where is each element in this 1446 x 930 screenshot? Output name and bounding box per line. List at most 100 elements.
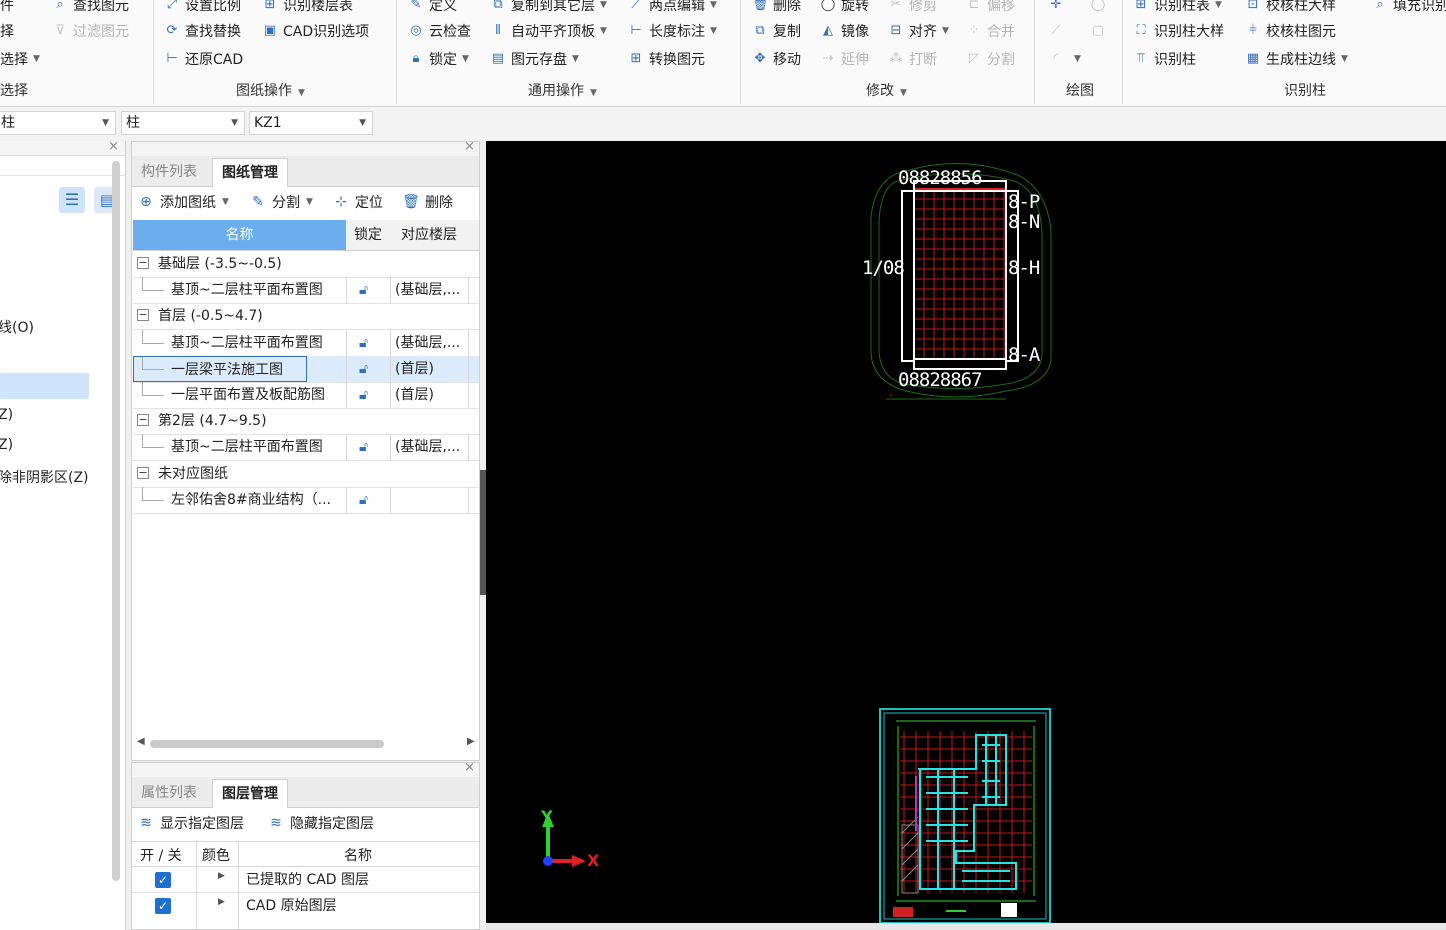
group-label-drawing-ops[interactable]: 图纸操作 ▼ <box>236 80 305 100</box>
element-save-button[interactable]: ▤ 图元存盘 ▼ <box>490 48 579 70</box>
check-column-element-button[interactable]: ⫩ 校核柱图元 <box>1245 20 1336 42</box>
identify-column-button[interactable]: ⫪ 识别柱 <box>1133 48 1196 70</box>
length-dimension-button[interactable]: ⊢ 长度标注 ▼ <box>628 20 717 42</box>
column-header-name[interactable]: 名称 <box>133 220 347 251</box>
copy-to-floor-button[interactable]: ⧉ 复制到其它层 ▼ <box>490 0 607 16</box>
type-select[interactable]: 柱 ▼ <box>121 111 245 135</box>
set-scale-button[interactable]: ⤢ 设置比例 <box>164 0 241 16</box>
lock-dropdown[interactable]: 🔒︎ 锁定 ▼ <box>408 48 469 70</box>
copy-button[interactable]: ⧉ 复制 <box>752 20 801 42</box>
drawing-row[interactable]: 基顶~二层柱平面布置图 🔓︎ (基础层,... <box>133 277 479 305</box>
break-button[interactable]: ⁂ 打断 <box>888 48 938 70</box>
merge-button[interactable]: ⁘ 合并 <box>966 20 1015 42</box>
identify-floor-table-button[interactable]: ⊞ 识别楼层表 <box>262 0 353 16</box>
drawing-row[interactable]: 基顶~二层柱平面布置图 🔓︎ (基础层,... <box>133 434 479 462</box>
cloud-check-button[interactable]: ◎ 云检查 <box>408 20 471 42</box>
check-column-detail-button[interactable]: ⊡ 校核柱大样 <box>1245 0 1336 16</box>
horizontal-scrollbar[interactable] <box>150 740 384 748</box>
collapse-icon[interactable]: − <box>137 309 149 322</box>
tab-component-list[interactable]: 构件列表 <box>132 158 206 186</box>
split-drawing-button[interactable]: ✎ 分割 ▼ <box>249 192 313 212</box>
component-select[interactable]: KZ1 ▼ <box>249 111 373 135</box>
close-icon[interactable]: × <box>108 139 119 154</box>
drawing-row[interactable]: 一层平面布置及板配筋图 🔓︎ (首层) <box>133 382 479 409</box>
close-icon[interactable]: × <box>464 760 475 775</box>
close-icon[interactable]: × <box>464 139 475 154</box>
unlock-icon[interactable]: 🔓︎ <box>359 361 368 377</box>
delete-drawing-button[interactable]: 🗑︎ 删除 <box>402 192 453 212</box>
delete-button[interactable]: 🗑︎ 删除 <box>752 0 801 16</box>
scrollbar[interactable] <box>112 161 120 881</box>
fill-identify-button[interactable]: ⌕ 填充识别 <box>1372 0 1446 16</box>
extend-button[interactable]: ⇢ 延伸 <box>820 48 869 70</box>
add-drawing-button[interactable]: ⊕ 添加图纸 ▼ <box>137 192 229 212</box>
ribbon-cut-item-1[interactable]: 件 <box>0 0 14 16</box>
offset-button[interactable]: ⊏ 偏移 <box>966 0 1015 16</box>
collapse-icon[interactable]: − <box>137 414 149 427</box>
tab-drawing-management[interactable]: 图纸管理 <box>212 158 288 187</box>
draw-rect-button[interactable]: ▢ <box>1090 20 1111 42</box>
draw-point-button[interactable]: ✛ <box>1048 0 1069 16</box>
collapse-icon[interactable]: − <box>137 257 149 269</box>
show-layer-button[interactable]: ≋ 显示指定图层 <box>137 813 244 833</box>
rotate-button[interactable]: ◯ 旋转 <box>820 0 869 16</box>
trim-button[interactable]: ✂ 修剪 <box>888 0 937 16</box>
move-button[interactable]: ✥ 移动 <box>752 48 801 70</box>
unlock-icon[interactable]: 🔓︎ <box>359 439 368 455</box>
convert-element-button[interactable]: ⊞ 转换图元 <box>628 48 705 70</box>
group-label-common-ops[interactable]: 通用操作 ▼ <box>528 80 597 100</box>
cad-options-button[interactable]: ▣ CAD识别选项 <box>262 20 369 42</box>
locate-button[interactable]: ⊹ 定位 <box>332 192 383 212</box>
unlock-icon[interactable]: 🔓︎ <box>359 282 368 298</box>
expand-icon[interactable]: ▶ <box>218 871 225 881</box>
floor-group-row[interactable]: − 未对应图纸 <box>133 461 479 488</box>
auto-align-top-button[interactable]: ⫴ 自动平齐顶板 ▼ <box>490 20 607 42</box>
two-point-edit-button[interactable]: ⟋ 两点编辑 ▼ <box>628 0 716 16</box>
column-header-floor[interactable]: 对应楼层 <box>390 220 469 251</box>
expand-icon[interactable]: ▶ <box>218 897 225 907</box>
find-replace-button[interactable]: ⟳ 查找替换 <box>164 20 241 42</box>
list-view-icon[interactable]: ☰ <box>59 187 85 213</box>
draw-circle-button[interactable]: ◯ <box>1090 0 1111 16</box>
tab-layer-management[interactable]: 图层管理 <box>212 779 288 808</box>
group-label-modify[interactable]: 修改 ▼ <box>866 80 907 100</box>
unlock-icon[interactable]: 🔓︎ <box>359 335 368 351</box>
left-item[interactable]: Z) <box>0 407 13 423</box>
define-button[interactable]: ✎ 定义 <box>408 0 457 16</box>
left-item[interactable]: 线(O) <box>0 317 34 337</box>
identify-column-table-button[interactable]: ⊞ 识别柱表 ▼ <box>1133 0 1222 16</box>
left-selected-item[interactable] <box>0 373 89 399</box>
align-dropdown[interactable]: ⊟ 对齐 ▼ <box>888 20 949 42</box>
filter-element-button[interactable]: ⊽ 过滤图元 <box>52 20 129 42</box>
floor-group-row[interactable]: − 第2层 (4.7~9.5) <box>133 408 479 436</box>
category-select[interactable]: 柱 ▼ <box>0 111 116 135</box>
floor-group-row[interactable]: − 首层 (-0.5~4.7) <box>133 303 479 331</box>
floor-group-row[interactable]: − 基础层 (-3.5~-0.5) <box>133 251 479 278</box>
tab-property-list[interactable]: 属性列表 <box>132 779 206 807</box>
split-button[interactable]: ◸ 分割 <box>966 48 1015 70</box>
layer-toggle-checkbox[interactable]: ✓ <box>155 898 171 914</box>
restore-cad-button[interactable]: ⊢ 还原CAD <box>164 48 243 70</box>
draw-line-button[interactable]: ⟋ <box>1048 20 1069 42</box>
layer-toggle-checkbox[interactable]: ✓ <box>155 872 171 888</box>
ribbon-select-dropdown[interactable]: 选择 ▼ <box>0 48 40 70</box>
draw-arc-dropdown[interactable]: ◜ ▼ <box>1048 48 1080 70</box>
unlock-icon[interactable]: 🔓︎ <box>359 492 368 508</box>
left-item[interactable]: Z) <box>0 437 13 453</box>
collapse-icon[interactable]: − <box>137 466 149 479</box>
unlock-icon[interactable]: 🔓︎ <box>359 387 368 403</box>
hide-layer-button[interactable]: ≋ 隐藏指定图层 <box>267 813 374 833</box>
ribbon-cut-item-2[interactable]: 择 <box>0 20 14 42</box>
drawing-row[interactable]: 一层梁平法施工图 🔓︎ (首层) <box>133 355 479 383</box>
generate-column-edge-dropdown[interactable]: ▦ 生成柱边线 ▼ <box>1245 48 1348 70</box>
identify-column-detail-button[interactable]: ⛶ 识别柱大样 <box>1133 20 1224 42</box>
scroll-left-icon[interactable]: ◀ <box>137 736 145 747</box>
left-item[interactable]: 除非阴影区(Z) <box>0 467 89 487</box>
scroll-right-icon[interactable]: ▶ <box>467 736 475 747</box>
column-header-lock[interactable]: 锁定 <box>346 220 391 251</box>
drawing-row[interactable]: 左邻佑舍8#商业结构（... 🔓︎ <box>133 486 479 514</box>
mirror-button[interactable]: ◭ 镜像 <box>820 20 869 42</box>
find-element-button[interactable]: ⌕ 查找图元 <box>52 0 129 16</box>
cad-drawing-canvas[interactable]: 08828856 08828867 8-P 8-N 8-H 8-A 1/08 Y… <box>486 141 1446 923</box>
drawing-row[interactable]: 基顶~二层柱平面布置图 🔓︎ (基础层,... <box>133 329 479 357</box>
